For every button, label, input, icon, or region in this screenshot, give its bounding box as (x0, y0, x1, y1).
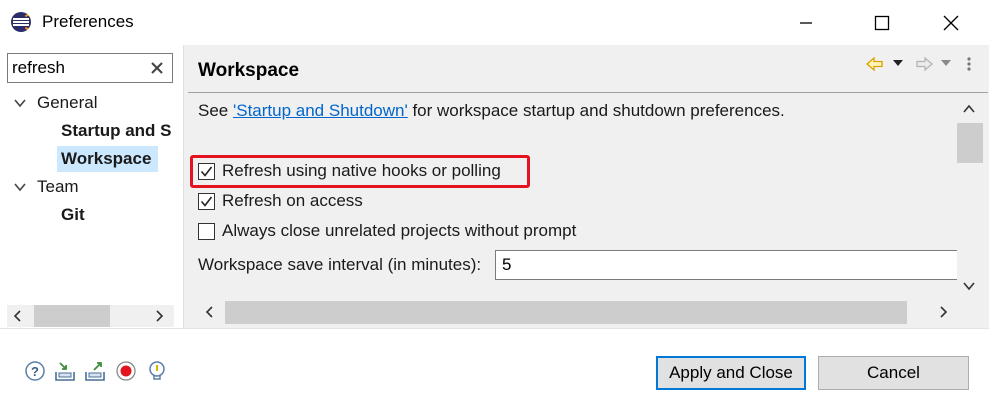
save-interval-field[interactable] (495, 250, 965, 280)
save-interval-input[interactable] (502, 254, 902, 276)
tree-item-team[interactable]: Team (37, 174, 79, 200)
page-title: Workspace (198, 60, 300, 81)
checkmark-icon (200, 196, 213, 207)
svg-text:?: ? (31, 364, 39, 379)
tree-scroll-thumb[interactable] (34, 305, 110, 327)
close-unrelated-label: Always close unrelated projects without … (222, 221, 577, 240)
title-bar (0, 0, 989, 45)
back-arrow-icon[interactable] (866, 56, 884, 72)
option-refresh-on-access[interactable]: Refresh on access (198, 189, 363, 213)
bottom-separator (0, 328, 989, 329)
record-icon[interactable] (115, 360, 137, 382)
scroll-right-icon[interactable] (936, 305, 950, 319)
filter-field[interactable] (7, 53, 173, 83)
scroll-left-icon[interactable] (11, 309, 25, 323)
close-button[interactable] (928, 0, 974, 45)
scroll-left-icon[interactable] (203, 305, 217, 319)
clear-icon (151, 62, 163, 74)
title-separator (188, 92, 988, 93)
maximize-icon (874, 15, 890, 30)
help-icon[interactable]: ? (24, 360, 46, 382)
tree-item-workspace[interactable]: Workspace (61, 146, 151, 172)
chevron-down-icon[interactable] (13, 180, 27, 194)
save-interval-label: Workspace save interval (in minutes): (198, 255, 482, 274)
clear-filter-button[interactable] (147, 58, 167, 78)
page-vertical-thumb[interactable] (957, 123, 983, 163)
tree-item-general[interactable]: General (37, 90, 97, 116)
refresh-on-access-checkbox[interactable] (198, 192, 215, 210)
back-dropdown-icon[interactable] (892, 58, 904, 68)
maximize-button[interactable] (859, 0, 905, 45)
scroll-down-icon[interactable] (962, 280, 976, 292)
export-icon[interactable] (84, 360, 106, 382)
scroll-right-icon[interactable] (152, 309, 166, 323)
filter-input[interactable] (12, 57, 142, 79)
page-horizontal-thumb[interactable] (225, 301, 907, 324)
startup-shutdown-link[interactable]: 'Startup and Shutdown' (233, 101, 408, 120)
tip-icon[interactable] (146, 360, 168, 382)
preference-tree: General Startup and S Workspace Team Git (0, 88, 176, 300)
apply-and-close-button[interactable]: Apply and Close (656, 356, 806, 390)
minimize-button[interactable] (783, 0, 829, 45)
import-icon[interactable] (54, 360, 76, 382)
close-icon (943, 15, 959, 30)
refresh-on-access-label: Refresh on access (222, 191, 363, 210)
window-title: Preferences (42, 12, 134, 31)
minimize-icon (800, 21, 812, 24)
close-unrelated-checkbox[interactable] (198, 222, 215, 240)
description-suffix: for workspace startup and shutdown prefe… (407, 101, 785, 120)
eclipse-icon (11, 12, 31, 32)
tree-item-git[interactable]: Git (61, 202, 85, 228)
description-prefix: See (198, 101, 233, 120)
option-close-unrelated[interactable]: Always close unrelated projects without … (198, 219, 576, 243)
view-menu-icon[interactable] (966, 56, 972, 72)
forward-arrow-icon[interactable] (915, 56, 933, 72)
tree-item-startup[interactable]: Startup and S (61, 118, 172, 144)
highlight-box (190, 155, 530, 188)
page-description: See 'Startup and Shutdown' for workspace… (198, 101, 785, 121)
cancel-button[interactable]: Cancel (818, 356, 969, 390)
chevron-down-icon[interactable] (13, 96, 27, 110)
forward-dropdown-icon[interactable] (940, 58, 952, 68)
scroll-up-icon[interactable] (962, 103, 976, 115)
